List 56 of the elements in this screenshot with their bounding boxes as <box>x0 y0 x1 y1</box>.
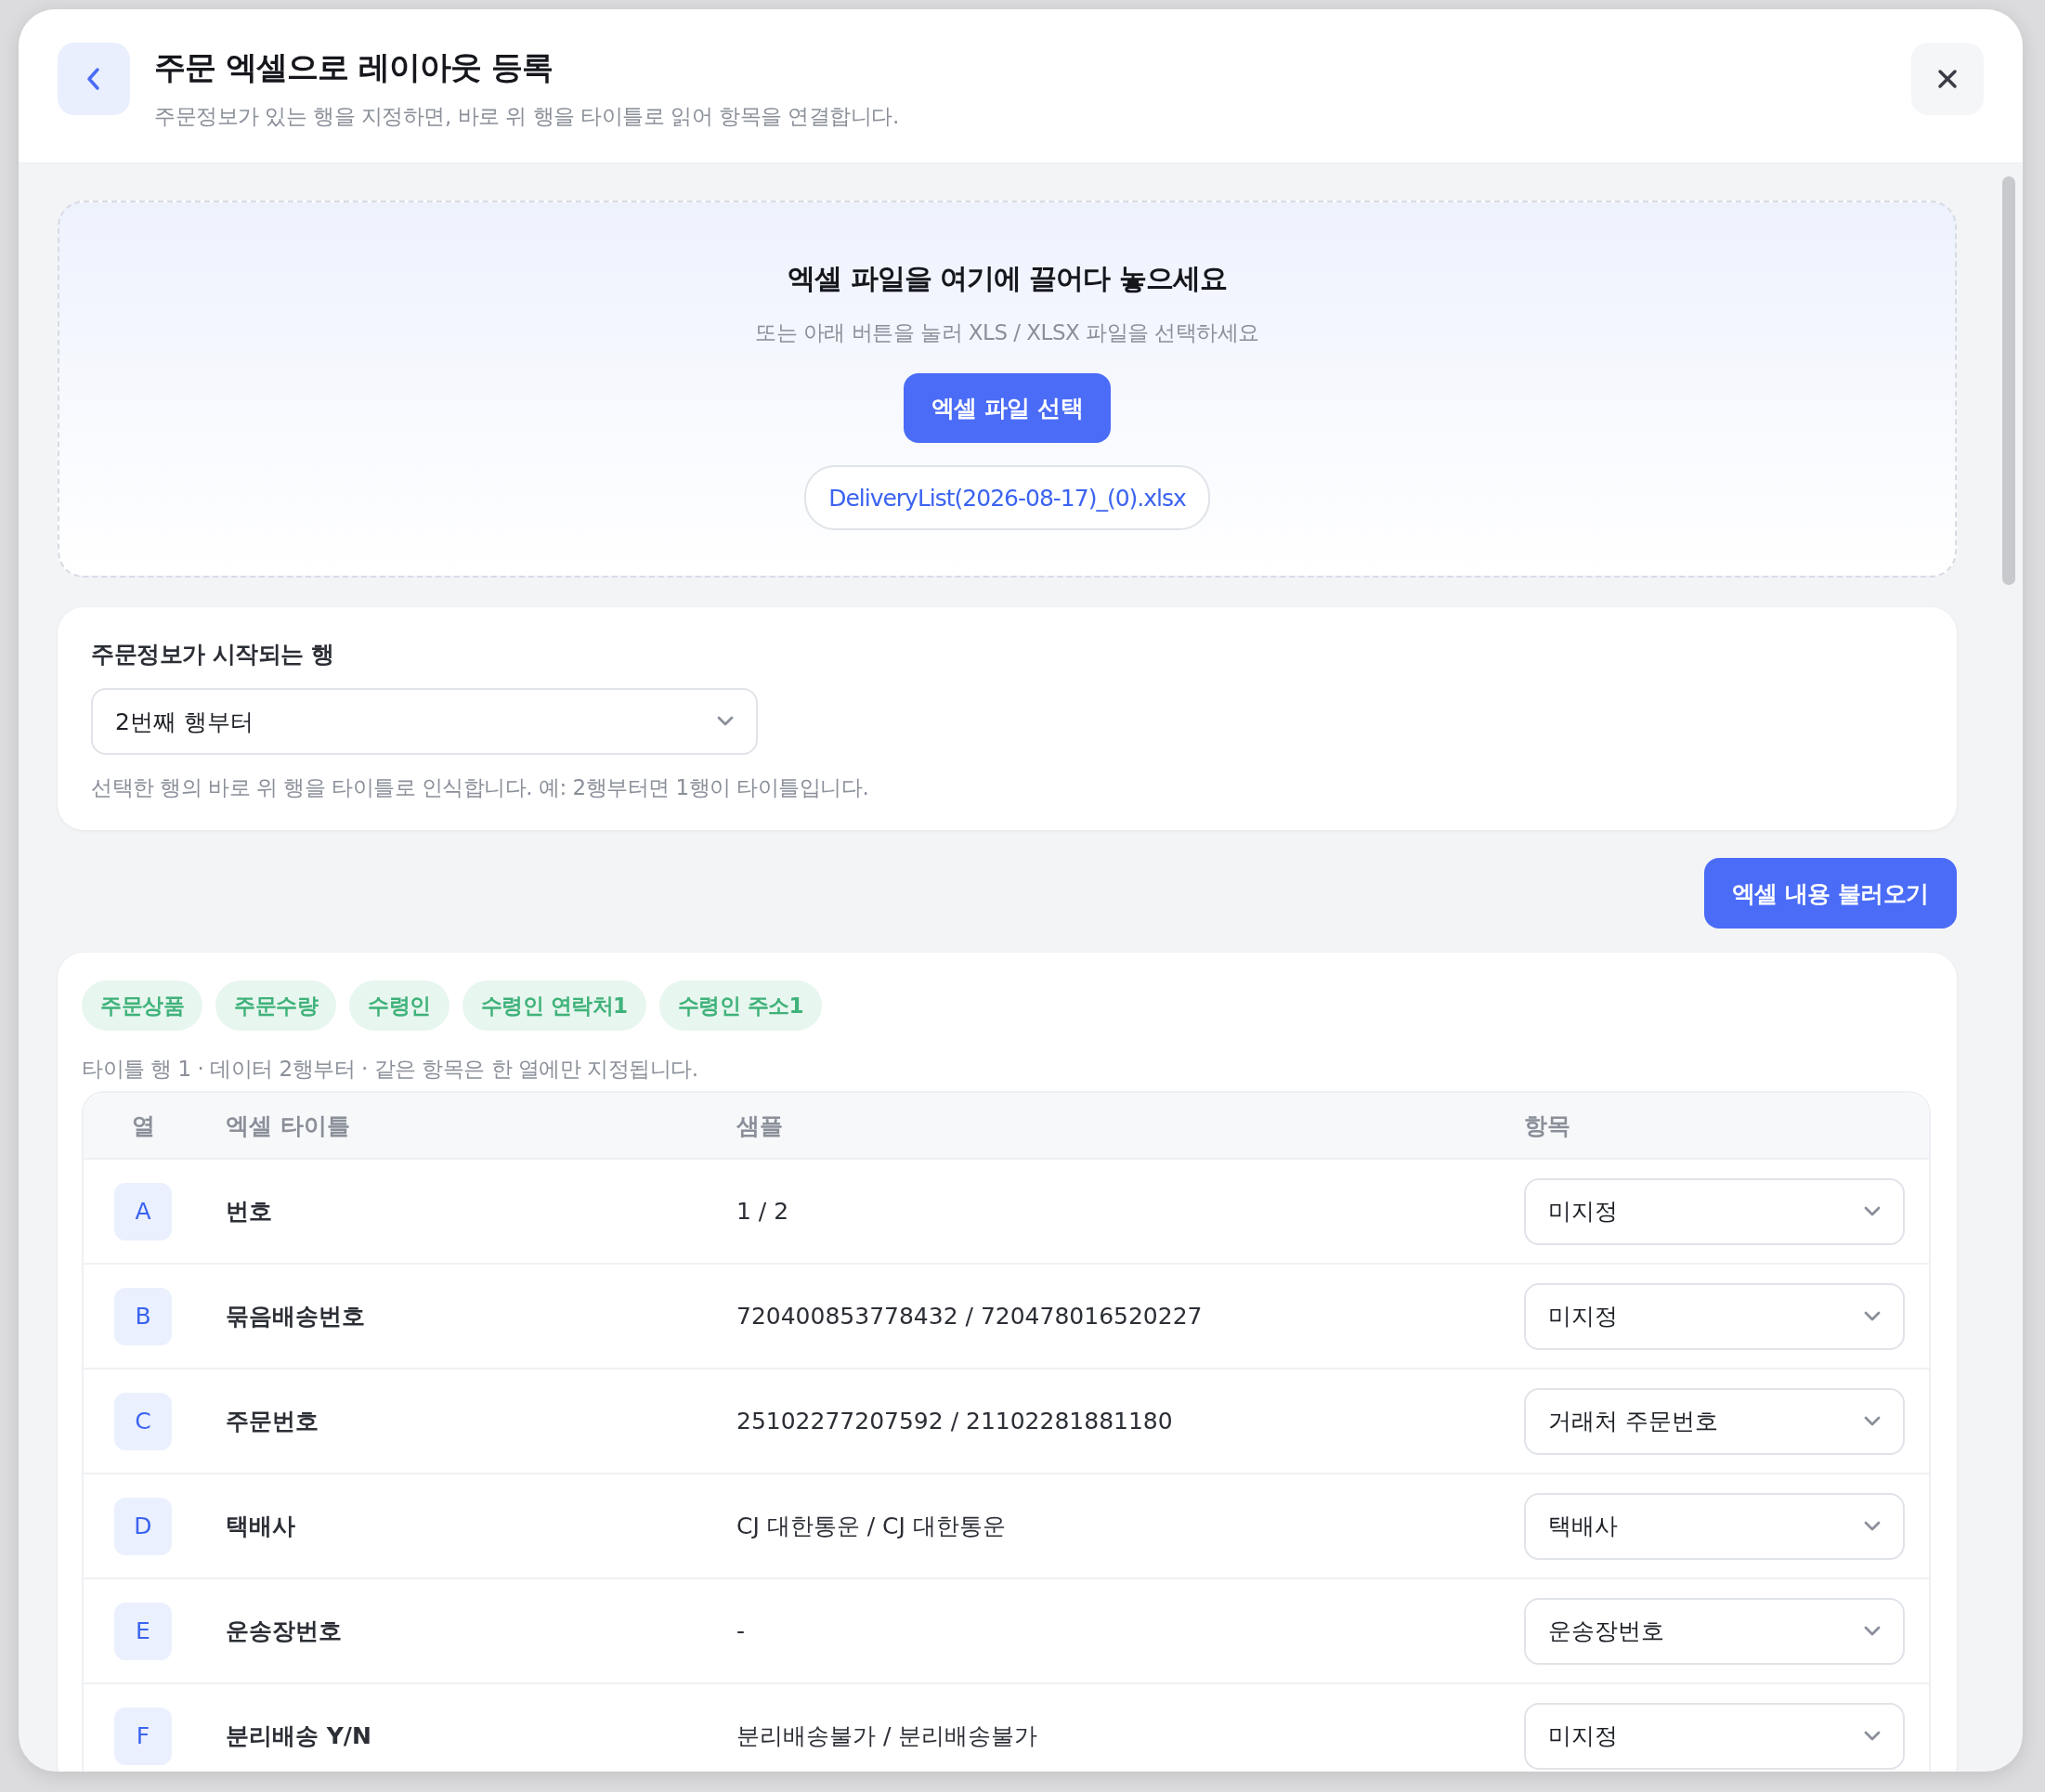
chevron-down-icon <box>1864 1625 1881 1637</box>
field-tag: 주문상품 <box>82 980 202 1031</box>
chevron-down-icon <box>1864 1205 1881 1217</box>
table-cell-text: 분리배송불가 / 분리배송불가 <box>736 1721 1039 1751</box>
field-dropdown[interactable]: 미지정 <box>1524 1282 1905 1350</box>
chevron-down-icon <box>1864 1730 1881 1742</box>
column-letter-badge: A <box>114 1182 172 1240</box>
column-header: 열 <box>130 1110 156 1141</box>
field-label: 주문정보가 시작되는 행 <box>91 640 335 669</box>
column-letter-badge: E <box>114 1602 172 1660</box>
field-tag: 수령인 연락처1 <box>462 980 646 1031</box>
table-cell-text: 운송장번호 <box>226 1617 343 1646</box>
table-cell-text: 주문번호 <box>226 1407 319 1436</box>
drop-zone-hint: 또는 아래 버튼을 눌러 XLS / XLSX 파일을 선택하세요 <box>755 319 1259 346</box>
field-dropdown[interactable]: 거래처 주문번호 <box>1524 1387 1905 1455</box>
field-dropdown[interactable]: 운송장번호 <box>1524 1597 1905 1665</box>
start-row-dropdown[interactable]: 2번째 행부터 <box>91 688 758 755</box>
chevron-down-icon <box>1864 1310 1881 1322</box>
file-name-chip: DeliveryList(2026-08-17)_(0).xlsx <box>804 465 1210 530</box>
chevron-down-icon <box>717 716 734 727</box>
table-cell-text: 묶음배송번호 <box>226 1302 366 1331</box>
field-dropdown[interactable]: 미지정 <box>1524 1177 1905 1245</box>
chevron-down-icon <box>1864 1415 1881 1427</box>
table-cell-text: 분리배송 Y/N <box>226 1721 372 1751</box>
table-cell-text: - <box>736 1617 747 1644</box>
scrollbar[interactable] <box>2002 176 2015 585</box>
dialog-title: 주문 엑셀으로 레이아웃 등록 <box>154 47 554 87</box>
chevron-down-icon <box>1864 1520 1881 1532</box>
select-file-button[interactable]: 엑셀 파일 선택 <box>903 373 1112 443</box>
column-letter-badge: C <box>114 1392 172 1450</box>
column-letter-badge: F <box>114 1707 172 1765</box>
column-letter-badge: B <box>114 1287 172 1345</box>
field-tag: 주문수량 <box>215 980 336 1031</box>
mapping-hint: 타이틀 행 1 · 데이터 2행부터 · 같은 항목은 한 열에만 지정됩니다. <box>82 1056 699 1083</box>
table-cell-text: CJ 대한통운 / CJ 대한통운 <box>736 1512 1007 1541</box>
column-letter-badge: D <box>114 1497 172 1555</box>
dialog-subtitle: 주문정보가 있는 행을 지정하면, 바로 위 행을 타이틀로 읽어 항목을 연결합니다. <box>154 103 899 130</box>
table-cell-text: 25102277207592 / 21102281881180 <box>736 1408 1174 1435</box>
field-tag: 수령인 주소1 <box>658 980 823 1031</box>
file-drop-zone[interactable]: 엑셀 파일을 여기에 끌어다 놓으세요 또는 아래 버튼을 눌러 XLS / XLSX 파일을 선택하세요 엑셀 파일 선택 DeliveryList(2026-08-17)_(0).xlsx <box>58 201 1957 578</box>
table-cell-text: 번호 <box>226 1197 273 1227</box>
back-button[interactable] <box>58 43 130 115</box>
table-cell-text: 720400853778432 / 720478016520227 <box>736 1303 1204 1330</box>
column-header: 엑셀 타이틀 <box>226 1110 351 1141</box>
field-tag: 수령인 <box>349 980 449 1031</box>
field-hint: 선택한 행의 바로 위 행을 타이틀로 인식합니다. 예: 2행부터면 1행이 타이틀입니다. <box>91 774 870 801</box>
close-icon <box>1936 68 1959 90</box>
load-excel-button[interactable]: 엑셀 내용 불러오기 <box>1703 858 1957 928</box>
table-cell-text: 1 / 2 <box>736 1198 790 1225</box>
column-header: 항목 <box>1524 1110 1571 1141</box>
table-cell-text: 택배사 <box>226 1512 296 1541</box>
close-button[interactable] <box>1911 43 1984 115</box>
drop-zone-title: 엑셀 파일을 여기에 끌어다 놓으세요 <box>788 261 1227 296</box>
column-header: 샘플 <box>736 1110 784 1141</box>
field-dropdown[interactable]: 미지정 <box>1524 1702 1905 1770</box>
field-dropdown[interactable]: 택배사 <box>1524 1492 1905 1560</box>
